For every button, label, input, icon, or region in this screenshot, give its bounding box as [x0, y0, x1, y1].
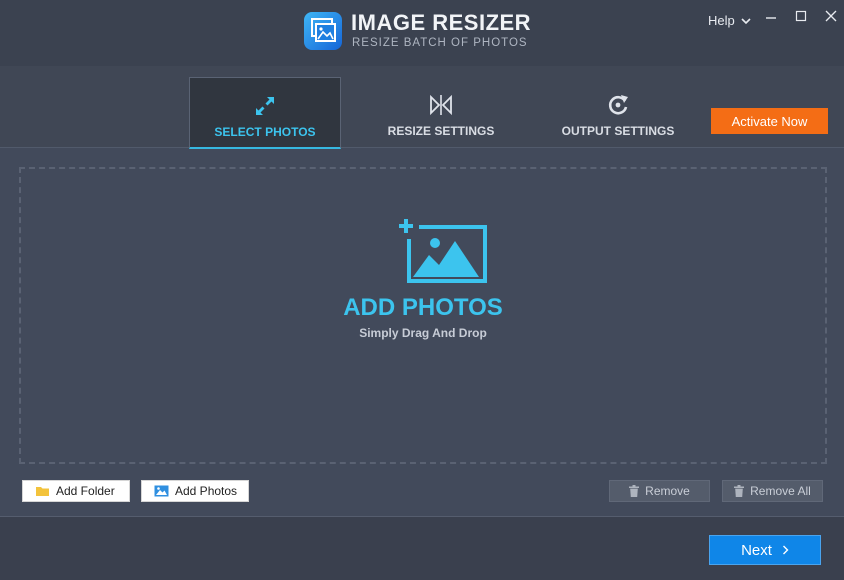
footer-bar: Next	[0, 516, 844, 580]
title-bar: IMAGE RESIZER RESIZE BATCH OF PHOTOS Hel…	[0, 0, 844, 66]
add-folder-button[interactable]: Add Folder	[22, 480, 130, 502]
chevron-down-icon	[741, 13, 751, 28]
tab-output-settings[interactable]: OUTPUT SETTINGS	[542, 77, 694, 149]
add-photos-title: ADD PHOTOS	[343, 294, 503, 321]
remove-label: Remove	[645, 484, 690, 498]
tab-select-photos[interactable]: SELECT PHOTOS	[189, 77, 341, 149]
app-title: IMAGE RESIZER	[351, 10, 532, 35]
add-photo-icon	[399, 217, 491, 285]
add-folder-label: Add Folder	[56, 484, 115, 498]
expand-arrows-icon	[252, 93, 278, 119]
chevron-right-icon	[782, 545, 789, 555]
add-photos-button[interactable]: Add Photos	[141, 480, 249, 502]
next-label: Next	[741, 541, 772, 559]
app-subtitle: RESIZE BATCH OF PHOTOS	[352, 37, 528, 49]
trash-icon	[734, 485, 745, 497]
add-photos-label: Add Photos	[175, 484, 238, 498]
remove-all-label: Remove All	[750, 484, 811, 498]
drag-drop-hint: Simply Drag And Drop	[359, 326, 487, 340]
resize-icon	[428, 92, 454, 118]
photo-drop-zone[interactable]: ADD PHOTOS Simply Drag And Drop	[19, 167, 827, 464]
image-resizer-logo-icon	[303, 11, 343, 51]
tab-label: SELECT PHOTOS	[214, 125, 316, 139]
minimize-icon[interactable]	[764, 9, 778, 23]
remove-button[interactable]: Remove	[609, 480, 710, 502]
maximize-icon[interactable]	[794, 9, 808, 23]
help-menu-button[interactable]: Help	[708, 12, 751, 28]
refresh-icon	[605, 92, 631, 118]
close-icon[interactable]	[824, 9, 838, 23]
tab-resize-settings[interactable]: RESIZE SETTINGS	[365, 77, 517, 149]
folder-icon	[35, 485, 50, 497]
tab-label: OUTPUT SETTINGS	[561, 124, 675, 138]
tab-label: RESIZE SETTINGS	[387, 124, 495, 138]
remove-all-button[interactable]: Remove All	[722, 480, 823, 502]
image-icon	[154, 485, 169, 497]
help-label: Help	[708, 12, 735, 28]
activate-now-button[interactable]: Activate Now	[711, 108, 828, 134]
step-tab-bar: SELECT PHOTOS RESIZE SETTINGS OUTPUT SET…	[0, 66, 844, 149]
trash-icon	[629, 485, 640, 497]
next-button[interactable]: Next	[709, 535, 821, 565]
